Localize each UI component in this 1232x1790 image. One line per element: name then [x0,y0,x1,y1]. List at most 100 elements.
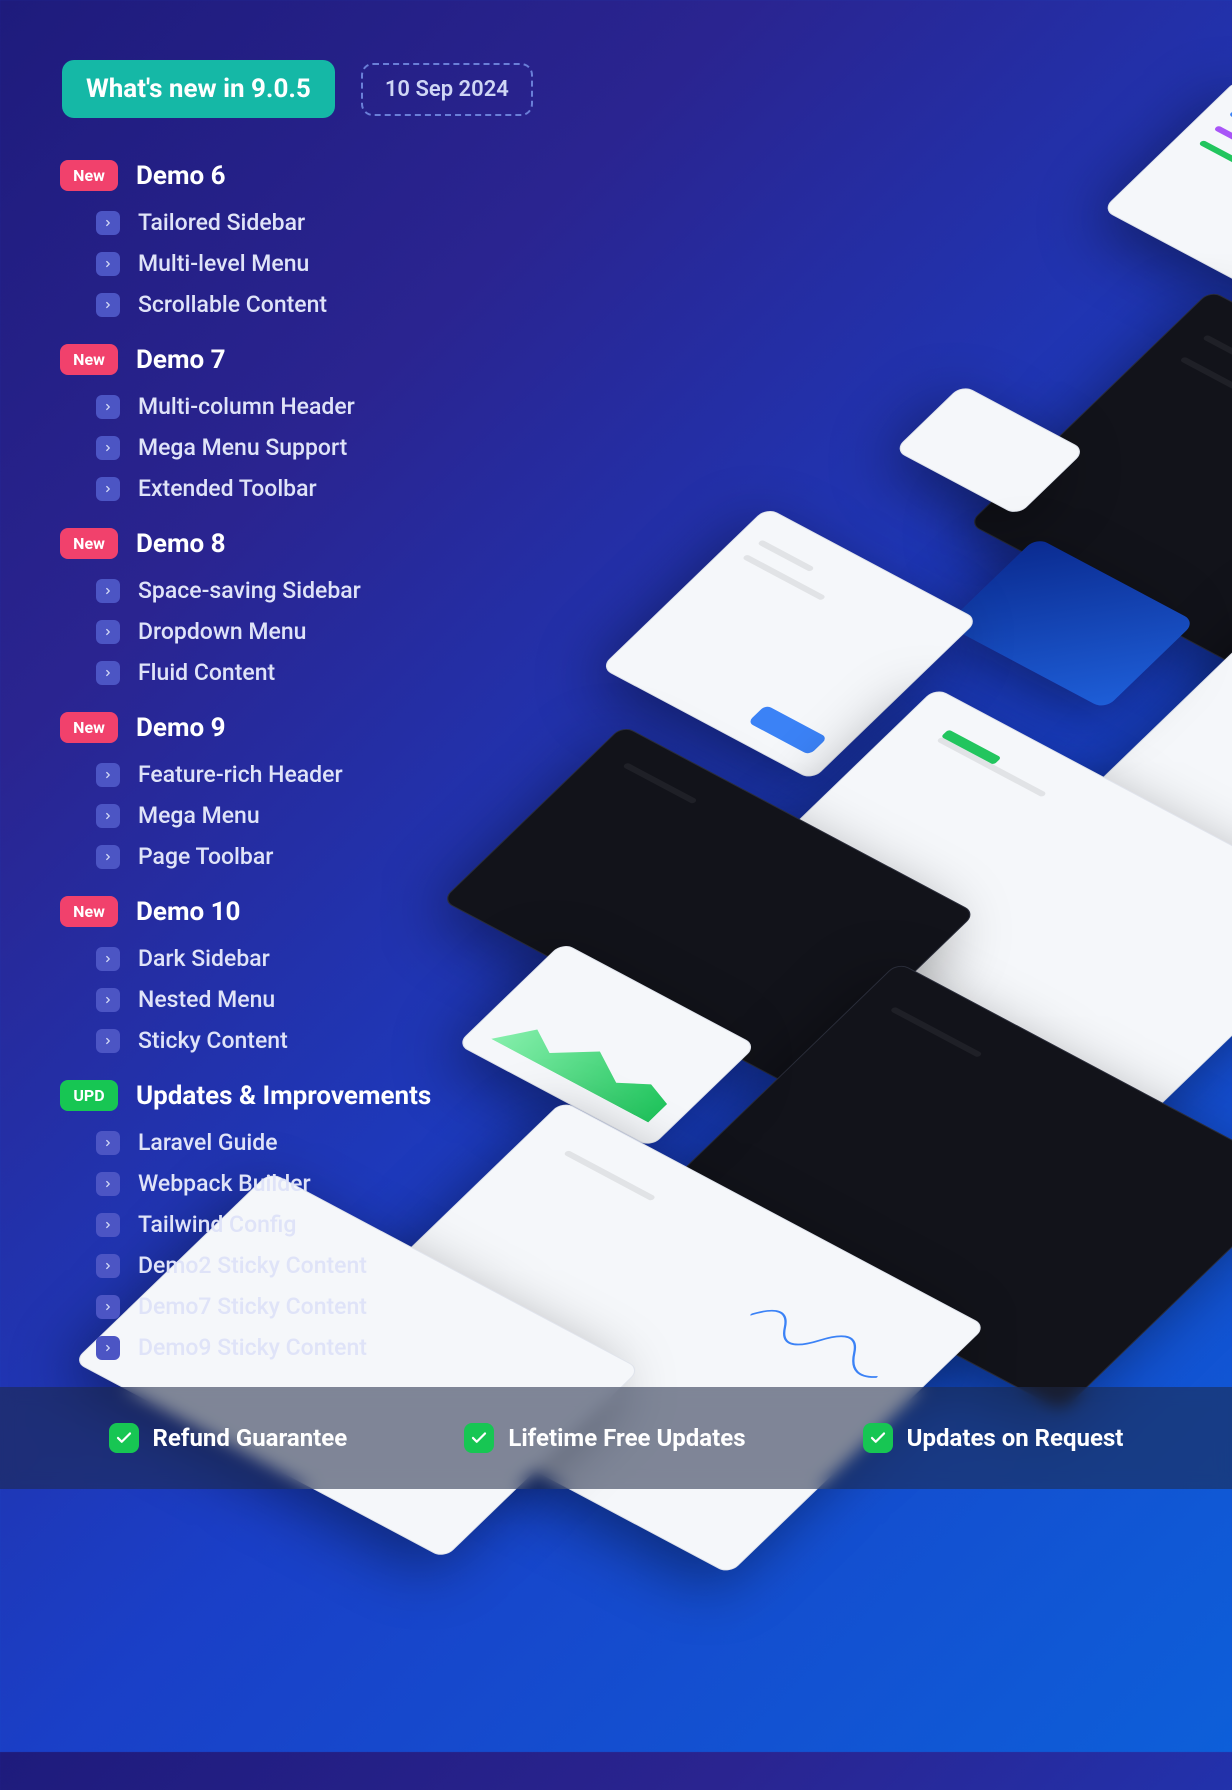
list-item[interactable]: Feature-rich Header [96,761,540,788]
item-list: Dark Sidebar Nested Menu Sticky Content [60,945,540,1054]
chevron-right-icon [96,395,120,419]
list-item[interactable]: Multi-level Menu [96,250,540,277]
changelog-section: New Demo 10 Dark Sidebar Nested Menu Sticky … [60,896,540,1054]
footer: Refund Guarantee Lifetime Free Updates U… [0,1387,1232,1489]
list-item[interactable]: Extended Toolbar [96,475,540,502]
chevron-right-icon [96,579,120,603]
chevron-right-icon [96,477,120,501]
list-item[interactable]: Space-saving Sidebar [96,577,540,604]
chevron-right-icon [96,804,120,828]
chevron-right-icon [96,947,120,971]
list-item[interactable]: Scrollable Content [96,291,540,318]
list-item[interactable]: Mega Menu Support [96,434,540,461]
list-item[interactable]: Dark Sidebar [96,945,540,972]
chevron-right-icon [96,763,120,787]
section-title: Demo 6 [136,161,226,191]
item-text: Laravel Guide [138,1129,278,1156]
changelog-section: New Demo 7 Multi-column Header Mega Menu Su… [60,344,540,502]
item-text: Space-saving Sidebar [138,577,361,604]
item-text: Fluid Content [138,659,275,686]
item-list: Tailored Sidebar Multi-level Menu Scrollab… [60,209,540,318]
list-item[interactable]: Demo2 Sticky Content [96,1252,540,1279]
tag-new: New [60,528,118,559]
item-text: Extended Toolbar [138,475,317,502]
list-item[interactable]: Dropdown Menu [96,618,540,645]
item-text: Dark Sidebar [138,945,270,972]
chevron-right-icon [96,1295,120,1319]
item-text: Page Toolbar [138,843,273,870]
item-text: Mega Menu [138,802,260,829]
changelog-section: New Demo 6 Tailored Sidebar Multi-level Men… [60,160,540,318]
chevron-right-icon [96,620,120,644]
item-text: Scrollable Content [138,291,327,318]
section-title: Updates & Improvements [136,1081,431,1111]
item-text: Demo9 Sticky Content [138,1334,367,1361]
changelog-section: NewDemo 9 Feature-rich Header Mega Menu Pag… [60,712,540,870]
item-list: Multi-column Header Mega Menu Support Exte… [60,393,540,502]
item-text: Dropdown Menu [138,618,306,645]
chevron-right-icon [96,1336,120,1360]
item-text: Sticky Content [138,1027,288,1054]
item-list: Laravel Guide Webpack Builder Tailwind Con… [60,1129,540,1361]
item-text: Multi-level Menu [138,250,309,277]
section-title: Demo 10 [136,897,240,927]
changelog-section: New Demo 8 Space-saving Sidebar Dropdown Me… [60,528,540,686]
item-text: Tailwind Config [138,1211,296,1238]
footer-item-updates: Lifetime Free Updates [464,1423,745,1453]
section-title: Demo 9 [136,713,226,743]
chevron-right-icon [96,252,120,276]
tag-upd: UPD [60,1080,118,1111]
date-badge: 10 Sep 2024 [361,63,533,116]
list-item[interactable]: Webpack Builder [96,1170,540,1197]
item-text: Webpack Builder [138,1170,311,1197]
item-text: Nested Menu [138,986,275,1013]
list-item[interactable]: Demo9 Sticky Content [96,1334,540,1361]
list-item[interactable]: Tailored Sidebar [96,209,540,236]
footer-label: Updates on Request [907,1424,1124,1452]
chevron-right-icon [96,845,120,869]
chevron-right-icon [96,1029,120,1053]
section-title: Demo 7 [136,345,226,375]
list-item[interactable]: Nested Menu [96,986,540,1013]
item-text: Mega Menu Support [138,434,347,461]
chevron-right-icon [96,293,120,317]
list-item[interactable]: Tailwind Config [96,1211,540,1238]
section-header: UPD Updates & Improvements [60,1080,540,1111]
list-item[interactable]: Laravel Guide [96,1129,540,1156]
changelog-section: UPD Updates & Improvements Laravel Guide We… [60,1080,540,1361]
list-item[interactable]: Mega Menu [96,802,540,829]
check-icon [109,1423,139,1453]
list-item[interactable]: Fluid Content [96,659,540,686]
item-list: Feature-rich Header Mega Menu Page Toolbar [60,761,540,870]
footer-item-request: Updates on Request [863,1423,1124,1453]
check-icon [863,1423,893,1453]
chevron-right-icon [96,1131,120,1155]
chevron-right-icon [96,211,120,235]
item-text: Tailored Sidebar [138,209,305,236]
section-header: NewDemo 9 [60,712,540,743]
chevron-right-icon [96,1172,120,1196]
item-text: Demo2 Sticky Content [138,1252,367,1279]
chevron-right-icon [96,436,120,460]
section-header: New Demo 6 [60,160,540,191]
section-title: Demo 8 [136,529,226,559]
item-text: Multi-column Header [138,393,355,420]
list-item[interactable]: Page Toolbar [96,843,540,870]
tag-new: New [60,160,118,191]
list-item[interactable]: Demo7 Sticky Content [96,1293,540,1320]
item-text: Feature-rich Header [138,761,343,788]
item-text: Demo7 Sticky Content [138,1293,367,1320]
chevron-right-icon [96,661,120,685]
item-list: Space-saving Sidebar Dropdown Menu Fluid C… [60,577,540,686]
footer-label: Refund Guarantee [153,1424,348,1452]
list-item[interactable]: Multi-column Header [96,393,540,420]
tag-new: New [60,896,118,927]
tag-new: New [60,344,118,375]
version-badge: What's new in 9.0.5 [62,60,335,118]
section-header: New Demo 7 [60,344,540,375]
section-header: New Demo 8 [60,528,540,559]
list-item[interactable]: Sticky Content [96,1027,540,1054]
chevron-right-icon [96,1254,120,1278]
chevron-right-icon [96,988,120,1012]
chevron-right-icon [96,1213,120,1237]
